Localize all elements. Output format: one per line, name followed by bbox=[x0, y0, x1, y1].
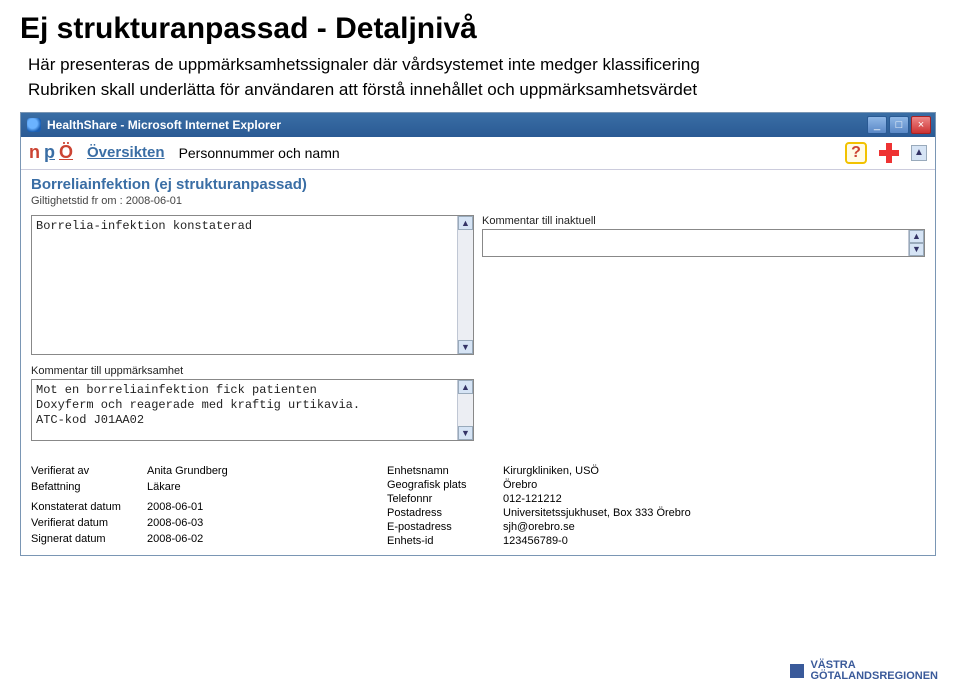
logo-square-icon bbox=[790, 664, 804, 678]
meta-key: E-postadress bbox=[387, 521, 497, 533]
meta-key: Signerat datum bbox=[31, 533, 141, 547]
kommentar-uppm-label: Kommentar till uppmärksamhet bbox=[31, 365, 474, 377]
meta-value: 012-121212 bbox=[503, 493, 703, 505]
meta-key: Enhets-id bbox=[387, 535, 497, 547]
meta-key: Telefonnr bbox=[387, 493, 497, 505]
vgr-logo: VÄSTRA GÖTALANDSREGIONEN bbox=[790, 660, 938, 683]
kommentar-inaktuell-text bbox=[483, 230, 908, 256]
meta-value: Läkare bbox=[147, 481, 347, 495]
meta-value: Kirurgkliniken, USÖ bbox=[503, 465, 703, 477]
meta-right-col: Enhetsnamn Kirurgkliniken, USÖ Geografisk … bbox=[387, 465, 703, 547]
scrollbar[interactable]: ▲ ▼ bbox=[457, 380, 473, 440]
meta-value bbox=[147, 497, 347, 499]
meta-key bbox=[31, 497, 141, 499]
kommentar-uppm-textbox[interactable]: Mot en borreliainfektion fick patienten … bbox=[31, 379, 474, 441]
diagnosis-text: Borrelia-infektion konstaterad bbox=[32, 216, 457, 354]
kommentar-inaktuell-label: Kommentar till inaktuell bbox=[482, 215, 925, 227]
scroll-up-icon[interactable]: ▲ bbox=[909, 230, 924, 243]
kommentar-inaktuell-textbox[interactable]: ▲ ▼ bbox=[482, 229, 925, 257]
slide-desc-1: Här presenteras de uppmärksamhetssignale… bbox=[28, 54, 940, 77]
scroll-up-icon[interactable]: ▲ bbox=[458, 380, 473, 394]
window-title: HealthShare - Microsoft Internet Explore… bbox=[47, 118, 281, 132]
emergency-icon[interactable] bbox=[877, 141, 901, 165]
validity-label: Giltighetstid fr om : 2008-06-01 bbox=[31, 195, 925, 207]
meta-key: Verifierat datum bbox=[31, 517, 141, 531]
browser-window: HealthShare - Microsoft Internet Explore… bbox=[20, 112, 936, 556]
meta-value: 2008-06-01 bbox=[147, 501, 347, 515]
meta-key: Enhetsnamn bbox=[387, 465, 497, 477]
ie-icon bbox=[27, 118, 41, 132]
scroll-down-icon[interactable]: ▼ bbox=[909, 243, 924, 256]
meta-value: 123456789-0 bbox=[503, 535, 703, 547]
meta-key: Konstaterat datum bbox=[31, 501, 141, 515]
meta-key: Verifierat av bbox=[31, 465, 141, 479]
scroll-up-icon[interactable]: ▲ bbox=[458, 216, 473, 230]
meta-value: 2008-06-02 bbox=[147, 533, 347, 547]
page-scroll-up[interactable]: ▲ bbox=[911, 145, 927, 161]
diagnosis-title: Borreliainfektion (ej strukturanpassad) bbox=[31, 176, 925, 193]
help-icon[interactable]: ? bbox=[845, 142, 867, 164]
meta-value: 2008-06-03 bbox=[147, 517, 347, 531]
meta-key: Befattning bbox=[31, 481, 141, 495]
footer-line2: GÖTALANDSREGIONEN bbox=[810, 671, 938, 683]
scroll-down-icon[interactable]: ▼ bbox=[458, 426, 473, 440]
scrollbar[interactable]: ▲ ▼ bbox=[457, 216, 473, 354]
slide-desc-2: Rubriken skall underlätta för användaren… bbox=[28, 79, 940, 102]
app-header: npÖ Översikten Personnummer och namn ? ▲ bbox=[21, 137, 935, 170]
meta-value: Örebro bbox=[503, 479, 703, 491]
minimize-button[interactable]: _ bbox=[867, 116, 887, 134]
overview-link[interactable]: Översikten bbox=[87, 144, 165, 161]
meta-value: Universitetssjukhuset, Box 333 Örebro bbox=[503, 507, 703, 519]
meta-value: sjh@orebro.se bbox=[503, 521, 703, 533]
meta-value: Anita Grundberg bbox=[147, 465, 347, 479]
scroll-down-icon[interactable]: ▼ bbox=[458, 340, 473, 354]
maximize-button[interactable]: □ bbox=[889, 116, 909, 134]
close-button[interactable]: × bbox=[911, 116, 931, 134]
meta-key: Postadress bbox=[387, 507, 497, 519]
meta-left-col: Verifierat av Anita Grundberg Befattning Lä… bbox=[31, 465, 347, 547]
person-placeholder: Personnummer och namn bbox=[179, 145, 340, 161]
npo-logo: npÖ bbox=[29, 142, 73, 163]
meta-key: Geografisk plats bbox=[387, 479, 497, 491]
kommentar-uppm-text: Mot en borreliainfektion fick patienten … bbox=[32, 380, 457, 440]
window-titlebar[interactable]: HealthShare - Microsoft Internet Explore… bbox=[21, 113, 935, 137]
diagnosis-textbox[interactable]: Borrelia-infektion konstaterad ▲ ▼ bbox=[31, 215, 474, 355]
metadata-table: Verifierat av Anita Grundberg Befattning Lä… bbox=[21, 459, 935, 555]
slide-title: Ej strukturanpassad - Detaljnivå bbox=[20, 12, 940, 46]
scrollbar[interactable]: ▲ ▼ bbox=[908, 230, 924, 256]
